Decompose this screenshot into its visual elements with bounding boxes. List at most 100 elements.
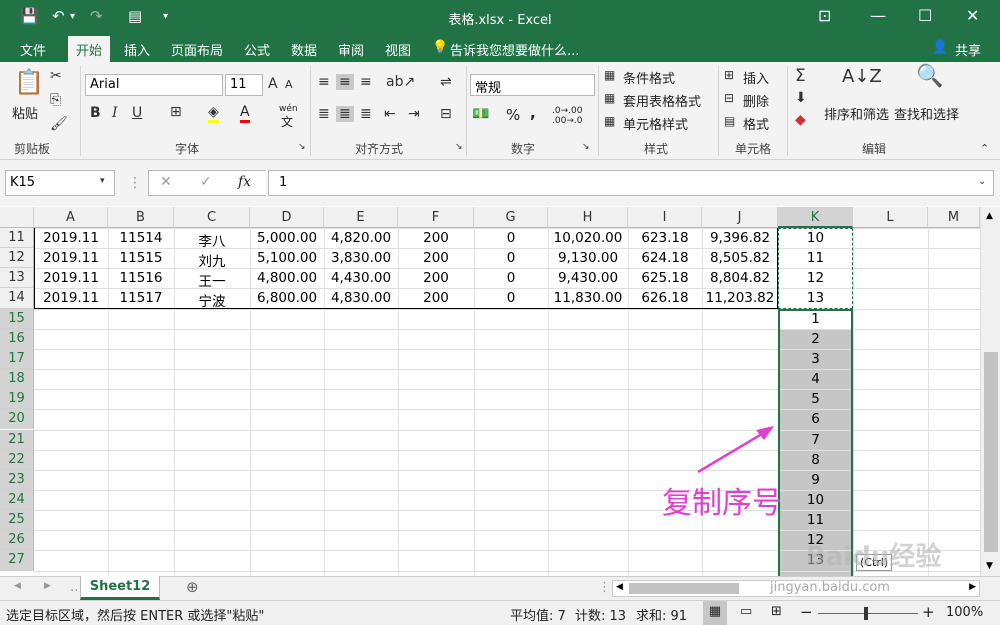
row-header-20[interactable]: 20: [0, 409, 34, 430]
table-cell[interactable]: 200: [398, 228, 474, 248]
align-left-icon[interactable]: ≣: [318, 106, 330, 122]
conditional-format-button[interactable]: 条件格式: [623, 68, 675, 87]
align-center-icon[interactable]: ≣: [336, 106, 354, 122]
fill-color-icon[interactable]: ◈: [208, 104, 219, 123]
zoom-in-icon[interactable]: +: [922, 603, 935, 621]
row-header-15[interactable]: 15: [0, 308, 34, 329]
find-select-button[interactable]: 查找和选择: [894, 104, 959, 123]
table-cell[interactable]: 11,830.00: [548, 288, 628, 308]
table-cell[interactable]: 0: [474, 288, 548, 308]
sort-filter-button[interactable]: 排序和筛选: [824, 104, 889, 123]
zoom-slider-thumb[interactable]: [864, 607, 868, 620]
align-middle-icon[interactable]: ≡: [336, 74, 354, 90]
next-sheet-icon[interactable]: ▶: [44, 581, 51, 591]
zoom-level[interactable]: 100%: [946, 605, 983, 620]
table-cell[interactable]: 3,830.00: [324, 248, 398, 268]
table-cell[interactable]: 10: [778, 228, 853, 248]
delete-cells-button[interactable]: 删除: [743, 91, 769, 110]
copy-icon[interactable]: ⎘: [50, 92, 61, 108]
ribbon-display-icon[interactable]: ⊡: [818, 6, 831, 25]
insert-cells-button[interactable]: 插入: [743, 68, 769, 87]
column-header-a[interactable]: A: [34, 207, 108, 228]
table-cell[interactable]: 200: [398, 268, 474, 288]
accounting-format-icon[interactable]: 💵: [472, 106, 489, 122]
table-cell[interactable]: 0: [474, 228, 548, 248]
pasted-cell[interactable]: 8: [778, 450, 853, 470]
table-cell[interactable]: 8,804.82: [702, 268, 778, 288]
autosum-icon[interactable]: Σ: [795, 66, 806, 86]
decrease-font-icon[interactable]: A: [285, 78, 293, 91]
collapse-ribbon-icon[interactable]: ⌃: [980, 142, 989, 155]
name-box-dropdown-icon[interactable]: ▾: [100, 176, 105, 186]
tab-review[interactable]: 审阅: [338, 40, 364, 59]
table-cell[interactable]: 9,396.82: [702, 228, 778, 248]
align-bottom-icon[interactable]: ≡: [360, 74, 372, 90]
font-size-select[interactable]: 11: [225, 74, 263, 96]
maximize-icon[interactable]: ☐: [918, 6, 932, 25]
table-cell[interactable]: 4,430.00: [324, 268, 398, 288]
table-cell[interactable]: 11516: [108, 268, 174, 288]
row-header-14[interactable]: 14: [0, 288, 34, 309]
tab-file[interactable]: 文件: [20, 40, 46, 59]
table-cell[interactable]: 0: [474, 268, 548, 288]
minimize-icon[interactable]: —: [870, 6, 886, 25]
table-cell[interactable]: 刘九: [174, 248, 250, 270]
table-cell[interactable]: 200: [398, 248, 474, 268]
table-cell[interactable]: 王一: [174, 268, 250, 290]
page-break-view-icon[interactable]: ⊞: [771, 604, 782, 619]
table-cell[interactable]: 宁波: [174, 288, 250, 310]
increase-decimal-button[interactable]: .0→.00: [552, 106, 582, 116]
table-cell[interactable]: 623.18: [628, 228, 702, 248]
normal-view-icon[interactable]: ▦: [703, 601, 727, 625]
table-cell[interactable]: 12: [778, 268, 853, 288]
cancel-icon[interactable]: ✕: [160, 174, 172, 190]
column-header-h[interactable]: H: [548, 207, 628, 228]
comma-style-button[interactable]: ,: [530, 104, 536, 122]
column-header-b[interactable]: B: [108, 207, 174, 228]
pasted-cell[interactable]: 6: [778, 409, 853, 429]
paste-button[interactable]: 粘贴: [12, 103, 38, 122]
table-cell[interactable]: 2019.11: [34, 288, 108, 308]
tab-home[interactable]: 开始: [68, 36, 111, 62]
cut-icon[interactable]: ✂: [50, 68, 62, 84]
pasted-cell[interactable]: 5: [778, 389, 853, 409]
pasted-cell[interactable]: 10: [778, 490, 853, 510]
table-cell[interactable]: 4,820.00: [324, 228, 398, 248]
bold-icon[interactable]: B: [90, 105, 101, 121]
row-header-23[interactable]: 23: [0, 469, 34, 490]
table-cell[interactable]: 4,830.00: [324, 288, 398, 308]
table-cell[interactable]: 10,020.00: [548, 228, 628, 248]
table-cell[interactable]: 13: [778, 288, 853, 308]
column-header-k[interactable]: K: [778, 207, 853, 228]
align-top-icon[interactable]: ≡: [318, 74, 330, 90]
new-sheet-icon[interactable]: ⊕: [186, 578, 199, 596]
tab-data[interactable]: 数据: [291, 40, 317, 59]
row-header-19[interactable]: 19: [0, 389, 34, 410]
row-header-12[interactable]: 12: [0, 248, 34, 269]
column-header-m[interactable]: M: [928, 207, 980, 228]
horizontal-scroll-thumb[interactable]: [629, 583, 739, 594]
tab-view[interactable]: 视图: [385, 40, 411, 59]
row-header-26[interactable]: 26: [0, 530, 34, 551]
table-cell[interactable]: 11: [778, 248, 853, 268]
pasted-cell[interactable]: 2: [778, 329, 853, 349]
table-cell[interactable]: 624.18: [628, 248, 702, 268]
page-layout-view-icon[interactable]: ▭: [740, 604, 752, 619]
merge-center-icon[interactable]: ⊟: [440, 106, 452, 122]
scroll-down-icon[interactable]: ▼: [986, 561, 993, 571]
scroll-right-icon[interactable]: ▶: [969, 582, 976, 592]
alignment-dialog-launcher-icon[interactable]: ↘: [455, 142, 463, 152]
format-as-table-button[interactable]: 套用表格格式: [623, 91, 701, 110]
insert-function-icon[interactable]: fx: [238, 174, 251, 190]
table-cell[interactable]: 2019.11: [34, 228, 108, 248]
select-all-corner[interactable]: [0, 207, 34, 228]
table-cell[interactable]: 5,000.00: [250, 228, 324, 248]
zoom-slider[interactable]: [818, 613, 918, 614]
pasted-cell[interactable]: 11: [778, 510, 853, 530]
formula-input[interactable]: 1: [268, 170, 994, 196]
row-header-27[interactable]: 27: [0, 550, 34, 571]
row-header-11[interactable]: 11: [0, 228, 34, 249]
pasted-cell[interactable]: 1: [778, 309, 853, 329]
table-cell[interactable]: 11514: [108, 228, 174, 248]
tell-me-box[interactable]: 告诉我您想要做什么...: [450, 40, 579, 59]
